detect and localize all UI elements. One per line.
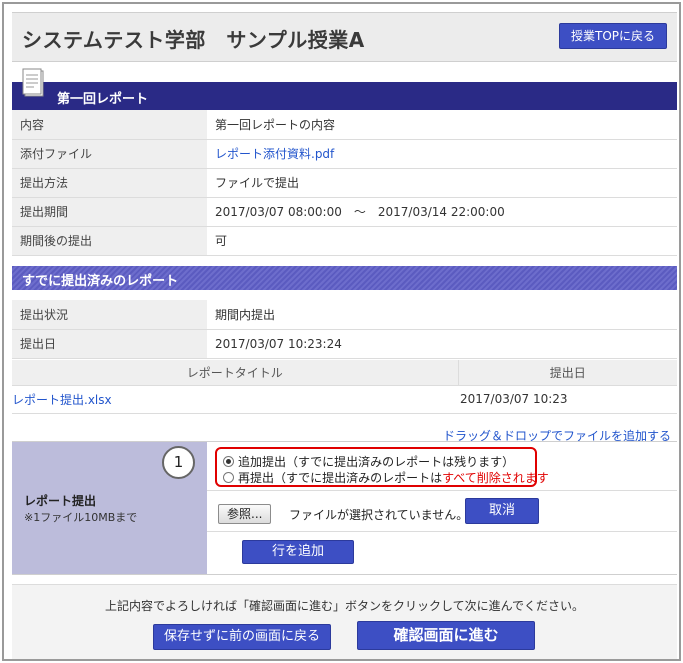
file-size-note: ※1ファイル10MBまで (24, 511, 138, 524)
back-to-course-top-button[interactable]: 授業TOPに戻る (558, 23, 667, 49)
no-file-selected-text: ファイルが選択されていません。 (289, 508, 469, 522)
submit-mode-group: 追加提出（すでに提出済みのレポートは残ります） 再提出（すでに提出済みのレポート… (215, 447, 549, 487)
attachment-link[interactable]: レポート添付資料.pdf (215, 147, 334, 161)
row-value: 期間内提出 (207, 300, 677, 330)
document-icon (22, 68, 44, 97)
table-header-row: レポートタイトル 提出日 (12, 360, 677, 386)
report-info-table: 内容 第一回レポートの内容 添付ファイル レポート添付資料.pdf 提出方法 フ… (12, 110, 677, 256)
report-section-title: 第一回レポート (57, 92, 149, 107)
table-row: 提出状況 期間内提出 (12, 300, 677, 330)
submitted-date: 2017/03/07 10:23 (458, 385, 677, 414)
table-row: 提出日 2017/03/07 10:23:24 (12, 329, 677, 359)
submitted-section-title: すでに提出済みのレポート (22, 274, 179, 289)
option-add-label: 追加提出（すでに提出済みのレポートは残ります） (238, 455, 515, 469)
submission-status-table: 提出状況 期間内提出 提出日 2017/03/07 10:23:24 (12, 300, 677, 359)
row-label: 期間後の提出 (12, 226, 207, 256)
submitted-file-link[interactable]: レポート提出.xlsx (12, 393, 112, 407)
table-row: レポート提出.xlsx 2017/03/07 10:23 (12, 385, 677, 414)
table-row: 内容 第一回レポートの内容 (12, 110, 677, 140)
report-submit-form: レポート提出 ※1ファイル10MBまで 追加提出（すでに提出済みのレポートは残り… (12, 441, 677, 575)
table-row: 期間後の提出 可 (12, 226, 677, 256)
resubmit-warning: すべて削除されます (442, 471, 549, 485)
row-value: 第一回レポートの内容 (207, 110, 677, 140)
footer-instruction: 上記内容でよろしければ「確認画面に進む」ボタンをクリックして次に進んでください。 (104, 599, 585, 613)
submit-controls: 追加提出（すでに提出済みのレポートは残ります） 再提出（すでに提出済みのレポート… (207, 442, 677, 574)
option-resubmit-label: 再提出（すでに提出済みのレポートは (238, 471, 443, 485)
row-value: ファイルで提出 (207, 168, 677, 198)
option-add-submission[interactable]: 追加提出（すでに提出済みのレポートは残ります） (223, 453, 514, 470)
option-resubmit[interactable]: 再提出（すでに提出済みのレポートはすべて削除されます (223, 469, 549, 486)
row-value: 可 (207, 226, 677, 256)
column-header-title: レポートタイトル (12, 360, 458, 386)
row-label: 内容 (12, 110, 207, 140)
submit-label: レポート提出 (24, 494, 97, 508)
row-label: 提出期間 (12, 197, 207, 227)
column-header-date: 提出日 (457, 360, 677, 386)
browse-file-button[interactable]: 参照... (218, 504, 272, 524)
page-title: システムテスト学部 サンプル授業A (22, 28, 365, 52)
submitted-section-header: すでに提出済みのレポート (12, 266, 677, 290)
proceed-to-confirm-button[interactable]: 確認画面に進む (357, 621, 535, 650)
page-frame: システムテスト学部 サンプル授業A 授業TOPに戻る 第一回レポート 内容 第一… (2, 2, 681, 661)
table-row: 提出方法 ファイルで提出 (12, 168, 677, 198)
callout-number-badge: 1 (162, 446, 195, 479)
row-value: 2017/03/07 08:00:00 〜 2017/03/14 22:00:0… (207, 197, 677, 227)
radio-unchecked-icon[interactable] (223, 472, 234, 483)
row-value: 2017/03/07 10:23:24 (207, 329, 677, 359)
table-row: 添付ファイル レポート添付資料.pdf (12, 139, 677, 169)
table-row: 提出期間 2017/03/07 08:00:00 〜 2017/03/14 22… (12, 197, 677, 227)
report-section-header: 第一回レポート (12, 68, 677, 110)
radio-checked-icon[interactable] (223, 456, 234, 467)
divider (207, 531, 677, 532)
row-label: 提出状況 (12, 300, 207, 330)
divider (207, 490, 677, 491)
row-label: 添付ファイル (12, 139, 207, 169)
row-label: 提出日 (12, 329, 207, 359)
add-row-button[interactable]: 行を追加 (242, 540, 354, 564)
cancel-button[interactable]: 取消 (465, 498, 539, 524)
back-without-saving-button[interactable]: 保存せずに前の画面に戻る (153, 624, 331, 650)
page-footer: 上記内容でよろしければ「確認画面に進む」ボタンをクリックして次に進んでください。… (12, 584, 677, 659)
submitted-reports-table: レポートタイトル 提出日 レポート提出.xlsx 2017/03/07 10:2… (12, 360, 677, 414)
page-header: システムテスト学部 サンプル授業A 授業TOPに戻る (12, 12, 677, 62)
row-label: 提出方法 (12, 168, 207, 198)
